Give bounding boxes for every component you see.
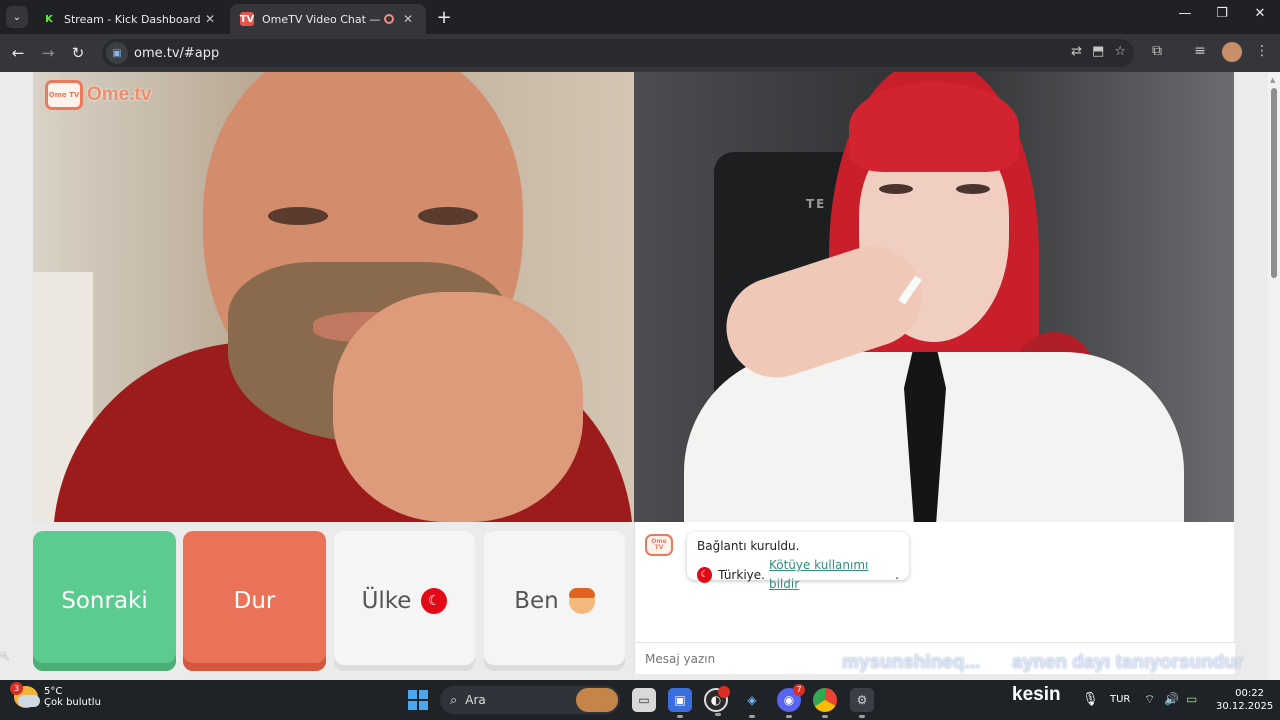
- back-arrow-icon[interactable]: ←: [7, 42, 29, 64]
- woman-eye: [956, 184, 990, 194]
- search-icon: ⌕: [450, 692, 458, 708]
- taskbar: 3 5°C Çok bulutlu ⌕ Ara ▭ ▣ ◐ ◈ ◉ 7 ⚙ ke…: [0, 680, 1280, 720]
- stop-button-label: Dur: [233, 588, 276, 614]
- tab-title: OmeTV Video Chat — Ome: [262, 12, 384, 26]
- taskbar-search[interactable]: ⌕ Ara: [440, 686, 620, 714]
- profile-avatar[interactable]: [1222, 42, 1242, 62]
- minimize-icon[interactable]: —: [1170, 6, 1200, 21]
- next-button-label: Sonraki: [61, 588, 148, 614]
- camera-permission-icon[interactable]: ▣: [106, 42, 128, 64]
- obs-icon[interactable]: ◐: [704, 686, 730, 716]
- weather-widget[interactable]: 3 5°C Çok bulutlu: [10, 682, 101, 708]
- battery-icon[interactable]: ▭: [1186, 692, 1197, 706]
- person-emoji-icon: [568, 588, 595, 614]
- media-controls-icon[interactable]: ≡: [1190, 43, 1210, 63]
- tab-title: Stream - Kick Dashboard: [64, 12, 201, 26]
- browser-toolbar: ← → ↻ ▣ ome.tv/#app ⇄ ⬒ ☆ ⧉ ≡ ⋮: [0, 34, 1280, 72]
- close-icon[interactable]: ✕: [400, 12, 416, 26]
- ometv-icon: TV: [239, 12, 255, 26]
- file-explorer-icon[interactable]: ▭: [632, 688, 656, 712]
- weather-temp: 5°C: [44, 686, 63, 697]
- cloudy-weather-icon: 3: [10, 682, 40, 708]
- report-suffix: .: [895, 567, 899, 582]
- stream-chat-username: mysunshineq...: [842, 652, 981, 673]
- next-button[interactable]: Sonraki: [33, 531, 176, 671]
- scroll-up-arrow-icon[interactable]: ▲: [1270, 76, 1275, 84]
- me-button[interactable]: Ben: [484, 531, 625, 671]
- url-text: ome.tv/#app: [134, 45, 220, 61]
- weather-badge: 3: [10, 682, 23, 695]
- more-menu-icon[interactable]: ⋮: [1252, 43, 1272, 63]
- logo-text: Ome.tv: [87, 84, 152, 105]
- man-eye: [268, 207, 328, 225]
- country-name: Türkiye.: [718, 567, 765, 582]
- start-tile: [408, 701, 417, 710]
- wifi-icon[interactable]: ⌔: [1144, 692, 1155, 707]
- ometv-tv-icon: Ome TV: [645, 534, 673, 556]
- ometv-tv-icon: Ome TV: [45, 80, 83, 110]
- bookmark-star-icon[interactable]: ☆: [1114, 44, 1126, 59]
- turkey-flag-icon: ☾: [697, 567, 713, 583]
- stream-overlay-word: kesin: [1012, 684, 1061, 705]
- scrollbar-thumb[interactable]: [1271, 88, 1277, 278]
- page-scrollbar[interactable]: ▲: [1268, 72, 1280, 680]
- close-icon[interactable]: ✕: [202, 12, 218, 26]
- turkey-flag-icon: ☾: [421, 588, 448, 614]
- reload-icon[interactable]: ↻: [67, 42, 89, 64]
- start-tile: [419, 690, 428, 699]
- report-abuse-link[interactable]: Kötüye kullanımı bildir: [769, 556, 895, 594]
- ometv-logo: Ome TV Ome.tv: [45, 80, 151, 110]
- tab-ometv[interactable]: TV OmeTV Video Chat — Ome ✕: [230, 4, 426, 34]
- chat-ometv-logo: Ome TV: [645, 534, 673, 556]
- microphone-icon[interactable]: 🎙: [1082, 692, 1099, 707]
- install-app-icon[interactable]: ⬒: [1092, 44, 1104, 59]
- recording-icon: [384, 14, 394, 24]
- notification-badge: [718, 686, 730, 698]
- start-tile: [408, 690, 417, 699]
- connected-message: Bağlantı kuruldu.: [697, 539, 800, 553]
- app-blue-icon[interactable]: ▣: [668, 688, 692, 718]
- language-indicator[interactable]: TUR: [1110, 694, 1130, 705]
- system-clock[interactable]: 00:22 30.12.2025: [1216, 687, 1274, 713]
- clock-date: 30.12.2025: [1216, 701, 1274, 712]
- chrome-icon[interactable]: [813, 688, 837, 718]
- mouse-cursor-icon: ↖: [0, 649, 11, 663]
- system-message-bubble: Bağlantı kuruldu. ☾ Türkiye. Kötüye kull…: [687, 532, 909, 591]
- new-tab-plus-icon[interactable]: +: [434, 7, 454, 28]
- local-video-feed: Ome TV Ome.tv: [33, 72, 634, 522]
- country-button-label: Ülke: [361, 588, 412, 614]
- start-tile: [419, 701, 428, 710]
- weather-desc: Çok bulutlu: [44, 697, 101, 708]
- kick-icon: K: [42, 12, 56, 26]
- maximize-icon[interactable]: ❐: [1207, 6, 1237, 21]
- search-highlight-art: [576, 688, 618, 712]
- address-bar[interactable]: ▣ ome.tv/#app ⇄ ⬒ ☆: [102, 39, 1134, 67]
- search-label: Ara: [465, 693, 486, 707]
- me-button-label: Ben: [514, 588, 559, 614]
- tab-kick-dashboard[interactable]: K Stream - Kick Dashboard ✕: [32, 4, 228, 34]
- volume-icon[interactable]: 🔊: [1164, 692, 1179, 706]
- ometv-page: Ome TV Ome.tv TE BA Sonraki Dur Ülke ☾ B…: [0, 72, 1280, 680]
- browser-tab-strip: ⌄ K Stream - Kick Dashboard ✕ TV OmeTV V…: [0, 0, 1280, 34]
- discord-badge: 7: [793, 684, 805, 696]
- remote-video-feed: TE BA: [634, 72, 1234, 522]
- network-app-icon[interactable]: ◈: [740, 688, 764, 718]
- extensions-puzzle-icon[interactable]: ⧉: [1147, 43, 1167, 63]
- man-eye: [418, 207, 478, 225]
- bangs: [849, 82, 1019, 172]
- clock-time: 00:22: [1235, 688, 1264, 699]
- window-close-icon[interactable]: ✕: [1245, 6, 1275, 21]
- stop-button[interactable]: Dur: [183, 531, 326, 671]
- start-windows-icon[interactable]: [408, 690, 428, 710]
- discord-icon[interactable]: ◉ 7: [777, 684, 805, 718]
- man-hand: [333, 292, 583, 522]
- country-button[interactable]: Ülke ☾: [334, 531, 475, 671]
- woman-eye: [879, 184, 913, 194]
- settings-gear-icon[interactable]: ⚙: [850, 688, 874, 718]
- translate-icon[interactable]: ⇄: [1071, 44, 1082, 59]
- tab-search-chevron-icon[interactable]: ⌄: [6, 6, 28, 28]
- forward-arrow-icon[interactable]: →: [37, 42, 59, 64]
- stream-chat-message: aynen dayı tanıyorsundur: [1012, 652, 1244, 673]
